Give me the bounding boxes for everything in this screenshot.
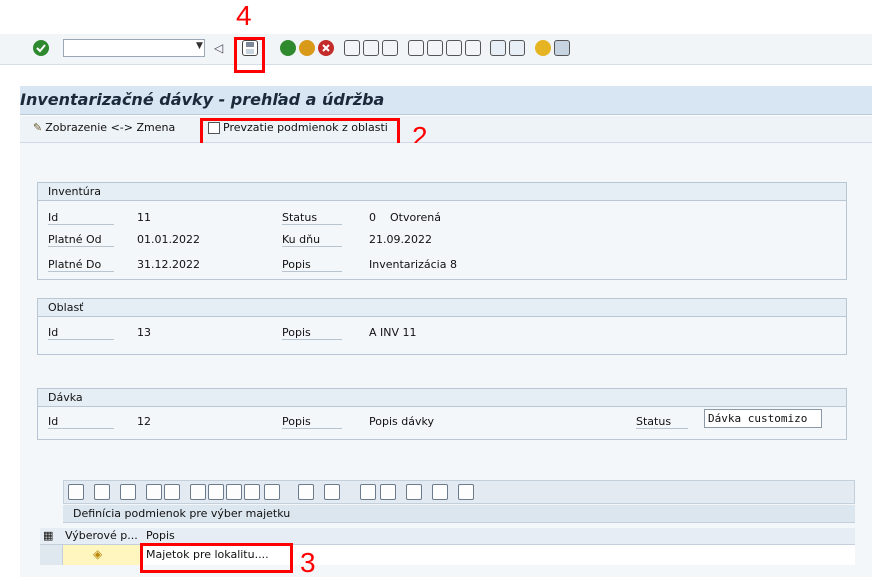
info-icon[interactable] (458, 484, 474, 500)
next-page-icon[interactable] (446, 40, 462, 56)
back-icon[interactable] (280, 40, 296, 56)
shortcut-icon[interactable] (509, 40, 525, 56)
export-icon[interactable] (406, 484, 422, 500)
inventura-id-value: 11 (137, 211, 151, 224)
inventura-do-label: Platné Do (48, 258, 114, 272)
inventura-do-value: 31.12.2022 (137, 258, 200, 271)
grid-col-vyberove[interactable]: Výberové p... (65, 528, 138, 544)
davka-popis-label: Popis (282, 415, 342, 429)
enter-check-icon[interactable] (33, 40, 49, 56)
details-icon[interactable] (68, 484, 84, 500)
group-davka-header: Dávka (38, 389, 846, 407)
delete-row-icon[interactable] (164, 484, 180, 500)
group-inventura-header: Inventúra (38, 183, 846, 201)
sum-icon[interactable] (298, 484, 314, 500)
find-next-icon[interactable] (382, 40, 398, 56)
grid-col-popis[interactable]: Popis (146, 528, 175, 544)
exit-icon[interactable] (299, 40, 315, 56)
system-toolbar: ▼ ◁ (0, 34, 872, 65)
oblast-id-value: 13 (137, 326, 151, 339)
previous-page-icon[interactable] (427, 40, 443, 56)
inventura-od-value: 01.01.2022 (137, 233, 200, 246)
multiple-selection-icon[interactable]: ◈ (93, 547, 102, 561)
annotation-box-description (140, 543, 293, 573)
print-icon[interactable] (344, 40, 360, 56)
davka-popis-value: Popis dávky (369, 415, 434, 428)
toolbar-prev-icon[interactable]: ◁ (214, 41, 223, 55)
inventura-od-label: Platné Od (48, 233, 114, 247)
inventura-id-label: Id (48, 211, 114, 225)
first-page-icon[interactable] (408, 40, 424, 56)
row-conditions-cell[interactable]: ◈ (63, 545, 142, 565)
davka-id-value: 12 (137, 415, 151, 428)
davka-status-label: Status (636, 415, 688, 429)
subtotal-icon[interactable] (324, 484, 340, 500)
append-row-icon[interactable] (146, 484, 162, 500)
annotation-number-3: 3 (300, 547, 316, 578)
oblast-popis-label: Popis (282, 326, 342, 340)
new-session-icon[interactable] (490, 40, 506, 56)
cancel-icon[interactable] (318, 40, 334, 56)
inventura-popis-label: Popis (282, 258, 342, 272)
inventura-status-value: Otvorená (390, 211, 441, 224)
davka-id-label: Id (48, 415, 114, 429)
print-preview-icon[interactable] (360, 484, 376, 500)
grid-find-icon[interactable] (226, 484, 242, 500)
layout-menu-icon[interactable] (554, 40, 570, 56)
views-icon[interactable] (380, 484, 396, 500)
find-icon[interactable] (363, 40, 379, 56)
grid-find-next-icon[interactable] (244, 484, 260, 500)
paste-icon[interactable] (120, 484, 136, 500)
command-dropdown-icon[interactable]: ▼ (196, 41, 203, 51)
layout-icon[interactable] (432, 484, 448, 500)
sort-descending-icon[interactable] (208, 484, 224, 500)
group-oblast-header: Oblasť (38, 299, 846, 317)
display-change-button[interactable]: ✎ Zobrazenie <-> Zmena (33, 121, 175, 134)
inventura-ku-value: 21.09.2022 (369, 233, 432, 246)
grid-title: Definícia podmienok pre výber majetku (63, 505, 855, 523)
sort-ascending-icon[interactable] (190, 484, 206, 500)
refresh-icon[interactable] (94, 484, 110, 500)
last-page-icon[interactable] (465, 40, 481, 56)
inventura-status-code: 0 (369, 211, 376, 224)
filter-icon[interactable] (264, 484, 280, 500)
command-field[interactable] (63, 39, 205, 57)
pencil-glasses-icon: ✎ (33, 121, 43, 134)
oblast-popis-value: A INV 11 (369, 326, 417, 339)
annotation-number-4: 4 (236, 0, 252, 31)
display-change-label: Zobrazenie <-> Zmena (45, 121, 176, 134)
select-all-icon[interactable]: ▦ (43, 528, 53, 544)
row-selector[interactable] (40, 545, 63, 565)
oblast-id-label: Id (48, 326, 114, 340)
inventura-status-label: Status (282, 211, 342, 225)
annotation-box-save (234, 37, 265, 73)
group-oblast: Oblasť (37, 298, 847, 355)
help-icon[interactable] (535, 40, 551, 56)
page-title: Inventarizačné dávky - prehľad a údržba (20, 90, 385, 109)
davka-status-field[interactable]: Dávka customizo (704, 409, 822, 428)
inventura-ku-label: Ku dňu (282, 233, 342, 247)
inventura-popis-value: Inventarizácia 8 (369, 258, 457, 271)
